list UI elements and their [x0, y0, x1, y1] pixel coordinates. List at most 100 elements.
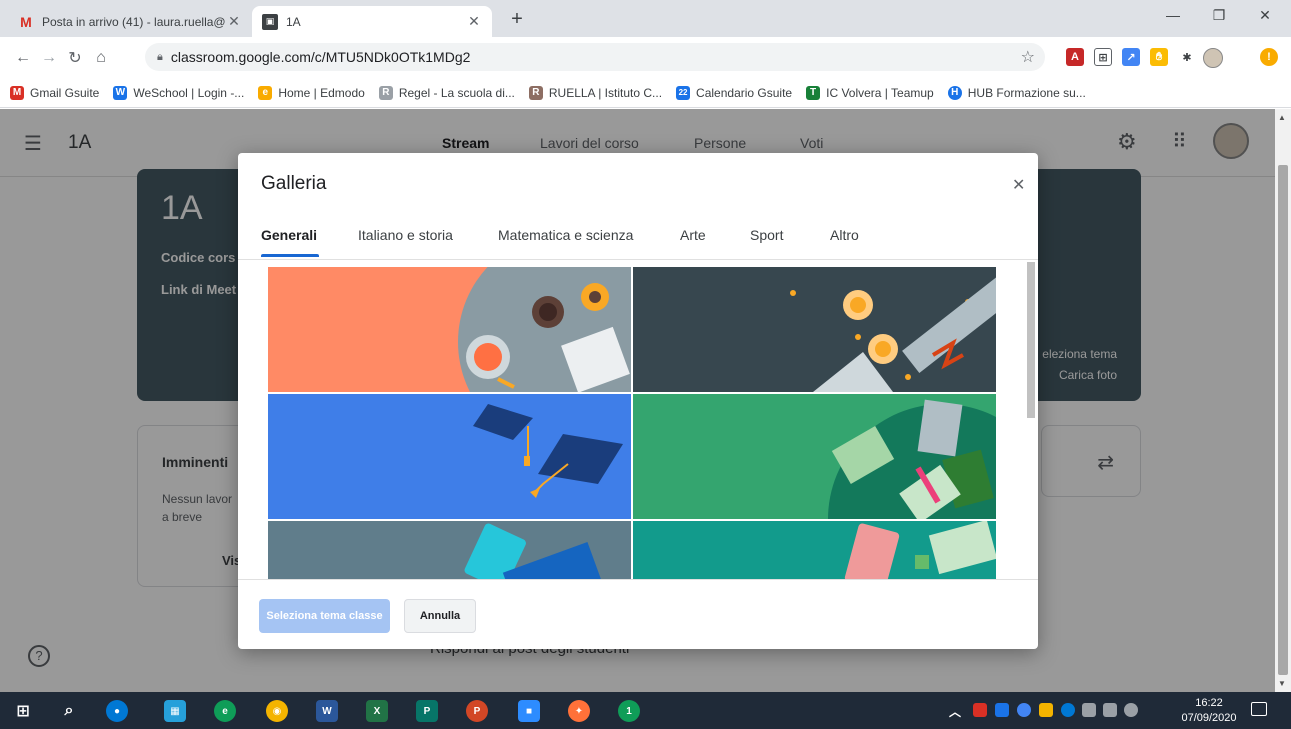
bookmark-weschool[interactable]: W WeSchool | Login -... — [113, 85, 245, 100]
grid-extension-icon[interactable]: ⊞ — [1094, 48, 1112, 66]
search-icon[interactable]: ⌕ — [58, 700, 80, 722]
tab-arte[interactable]: Arte — [680, 227, 706, 243]
pdf-extension-icon[interactable]: A — [1066, 48, 1084, 66]
tab-generali[interactable]: Generali — [261, 227, 317, 243]
tab-altro[interactable]: Altro — [830, 227, 859, 243]
bookmark-label: Regel - La scuola di... — [398, 85, 515, 100]
theme-tile-diploma[interactable] — [633, 267, 996, 392]
tab-italiano-storia[interactable]: Italiano e storia — [358, 227, 453, 243]
chrome-icon[interactable]: ◉ — [266, 700, 288, 722]
alert-icon[interactable]: ! — [1260, 48, 1278, 66]
scroll-up-icon[interactable]: ▲ — [1278, 113, 1286, 122]
tray-app-icon[interactable] — [995, 703, 1009, 717]
hand-extension-icon[interactable]: ✋︎ — [1150, 48, 1168, 66]
bookmark-gmail[interactable]: M Gmail Gsuite — [10, 85, 100, 100]
forward-icon[interactable]: → — [36, 49, 62, 67]
calendar-icon: 22 — [676, 85, 691, 100]
coffee-illustration — [268, 267, 631, 392]
bookmark-label: IC Volvera | Teamup — [826, 85, 934, 100]
notification-icon[interactable] — [1251, 702, 1267, 716]
scrollbar-thumb[interactable] — [1027, 262, 1035, 418]
clock-time: 16:22 — [1195, 697, 1223, 709]
maximize-icon[interactable]: ❐ — [1196, 7, 1242, 24]
onedrive-icon[interactable] — [1082, 703, 1096, 717]
close-icon[interactable]: ✕ — [226, 13, 242, 30]
tablet-illustration — [633, 521, 996, 579]
close-icon[interactable]: ✕ — [1012, 175, 1025, 195]
tray-app-icon[interactable] — [1017, 703, 1031, 717]
close-icon[interactable]: ✕ — [466, 13, 482, 30]
windows-start-icon[interactable]: ⊞ — [12, 700, 34, 722]
graduation-illustration — [268, 394, 631, 519]
tab-title: Posta in arrivo (41) - laura.ruella@ — [42, 14, 226, 29]
new-tab-button[interactable]: + — [505, 8, 529, 31]
theme-grid — [268, 265, 998, 579]
tray-chevron-icon[interactable]: ︿ — [944, 700, 966, 722]
edge-legacy-icon[interactable]: ● — [106, 700, 128, 722]
theme-tile-graduation[interactable] — [268, 394, 631, 519]
bookmark-teamup[interactable]: T IC Volvera | Teamup — [806, 85, 934, 100]
tab-classroom[interactable]: ▣ 1A ✕ — [252, 6, 492, 37]
volume-icon[interactable] — [1124, 703, 1138, 717]
regel-icon: R — [378, 85, 393, 100]
excel-icon[interactable]: X — [366, 700, 388, 722]
school-icon: R — [528, 85, 543, 100]
edit-extension-icon[interactable]: ↗ — [1122, 48, 1140, 66]
powerpoint-icon[interactable]: P — [466, 700, 488, 722]
firefox-icon[interactable]: ✦ — [568, 700, 590, 722]
browser-tab-strip: M Posta in arrivo (41) - laura.ruella@ ✕… — [0, 0, 1291, 37]
tray-app-icon[interactable] — [973, 703, 987, 717]
gallery-scrollbar[interactable] — [1027, 260, 1035, 580]
back-icon[interactable]: ← — [10, 49, 36, 67]
tab-divider — [238, 259, 1038, 260]
lock-icon: 🔒︎ — [157, 50, 163, 63]
tab-gmail[interactable]: M Posta in arrivo (41) - laura.ruella@ ✕ — [8, 6, 252, 37]
gmail-icon: M — [10, 85, 24, 100]
bookmark-calendar[interactable]: 22 Calendario Gsuite — [676, 85, 792, 100]
publisher-icon[interactable]: P — [416, 700, 438, 722]
bluetooth-icon[interactable] — [1061, 703, 1075, 717]
puzzle-icon[interactable]: ✱ — [1178, 48, 1196, 66]
bookmark-label: WeSchool | Login -... — [133, 85, 245, 100]
scroll-down-icon[interactable]: ▼ — [1278, 679, 1286, 688]
word-icon[interactable]: W — [316, 700, 338, 722]
gallery-dialog: Galleria ✕ Generali Italiano e storia Ma… — [238, 153, 1038, 649]
select-theme-button[interactable]: Seleziona tema classe — [259, 599, 390, 633]
browser-toolbar: ← → ↻ ⌂ 🔒︎ classroom.google.com/c/MTU5ND… — [0, 37, 1291, 78]
theme-tile-coffee[interactable] — [268, 267, 631, 392]
edge-icon[interactable]: e — [214, 700, 236, 722]
bookmark-label: HUB Formazione su... — [967, 85, 1086, 100]
scrollbar-thumb[interactable] — [1278, 165, 1288, 675]
tray-app-icon[interactable] — [1039, 703, 1053, 717]
theme-tile-laptop[interactable] — [268, 521, 631, 579]
laptop-illustration — [268, 521, 631, 579]
theme-tile-books[interactable] — [633, 394, 996, 519]
home-icon[interactable]: ⌂ — [88, 49, 114, 67]
taskbar-clock[interactable]: 16:22 07/09/2020 — [1178, 696, 1240, 726]
zoom-icon[interactable]: ■ — [518, 700, 540, 722]
weschool-icon: W — [113, 85, 128, 100]
reload-icon[interactable]: ↻ — [62, 48, 88, 68]
bookmark-label: RUELLA | Istituto C... — [548, 85, 663, 100]
tab-sport[interactable]: Sport — [750, 227, 783, 243]
url-text: classroom.google.com/c/MTU5NDk0OTk1MDg2 — [170, 49, 471, 65]
cancel-button[interactable]: Annulla — [404, 599, 476, 633]
bookmark-star-icon[interactable]: ☆ — [1021, 47, 1035, 67]
page-scrollbar[interactable]: ▲ ▼ — [1275, 109, 1291, 692]
network-icon[interactable] — [1103, 703, 1117, 717]
bookmark-edmodo[interactable]: e Home | Edmodo — [258, 85, 365, 100]
profile-avatar[interactable] — [1203, 48, 1223, 68]
hangouts-icon[interactable]: 1 — [618, 700, 640, 722]
tab-matematica-scienza[interactable]: Matematica e scienza — [498, 227, 633, 243]
photos-icon[interactable]: ▦ — [164, 700, 186, 722]
bookmark-label: Home | Edmodo — [278, 85, 365, 100]
hub-icon: H — [947, 85, 962, 100]
bookmark-ruella[interactable]: R RUELLA | Istituto C... — [528, 85, 663, 100]
minimize-icon[interactable]: — — [1150, 7, 1196, 23]
theme-tile-tablet[interactable] — [633, 521, 996, 579]
close-window-icon[interactable]: ✕ — [1242, 7, 1288, 24]
bookmark-label: Gmail Gsuite — [30, 85, 100, 100]
bookmark-regel[interactable]: R Regel - La scuola di... — [378, 85, 515, 100]
bookmark-hub[interactable]: H HUB Formazione su... — [947, 85, 1086, 100]
address-bar[interactable]: 🔒︎ classroom.google.com/c/MTU5NDk0OTk1MD… — [145, 43, 1045, 71]
